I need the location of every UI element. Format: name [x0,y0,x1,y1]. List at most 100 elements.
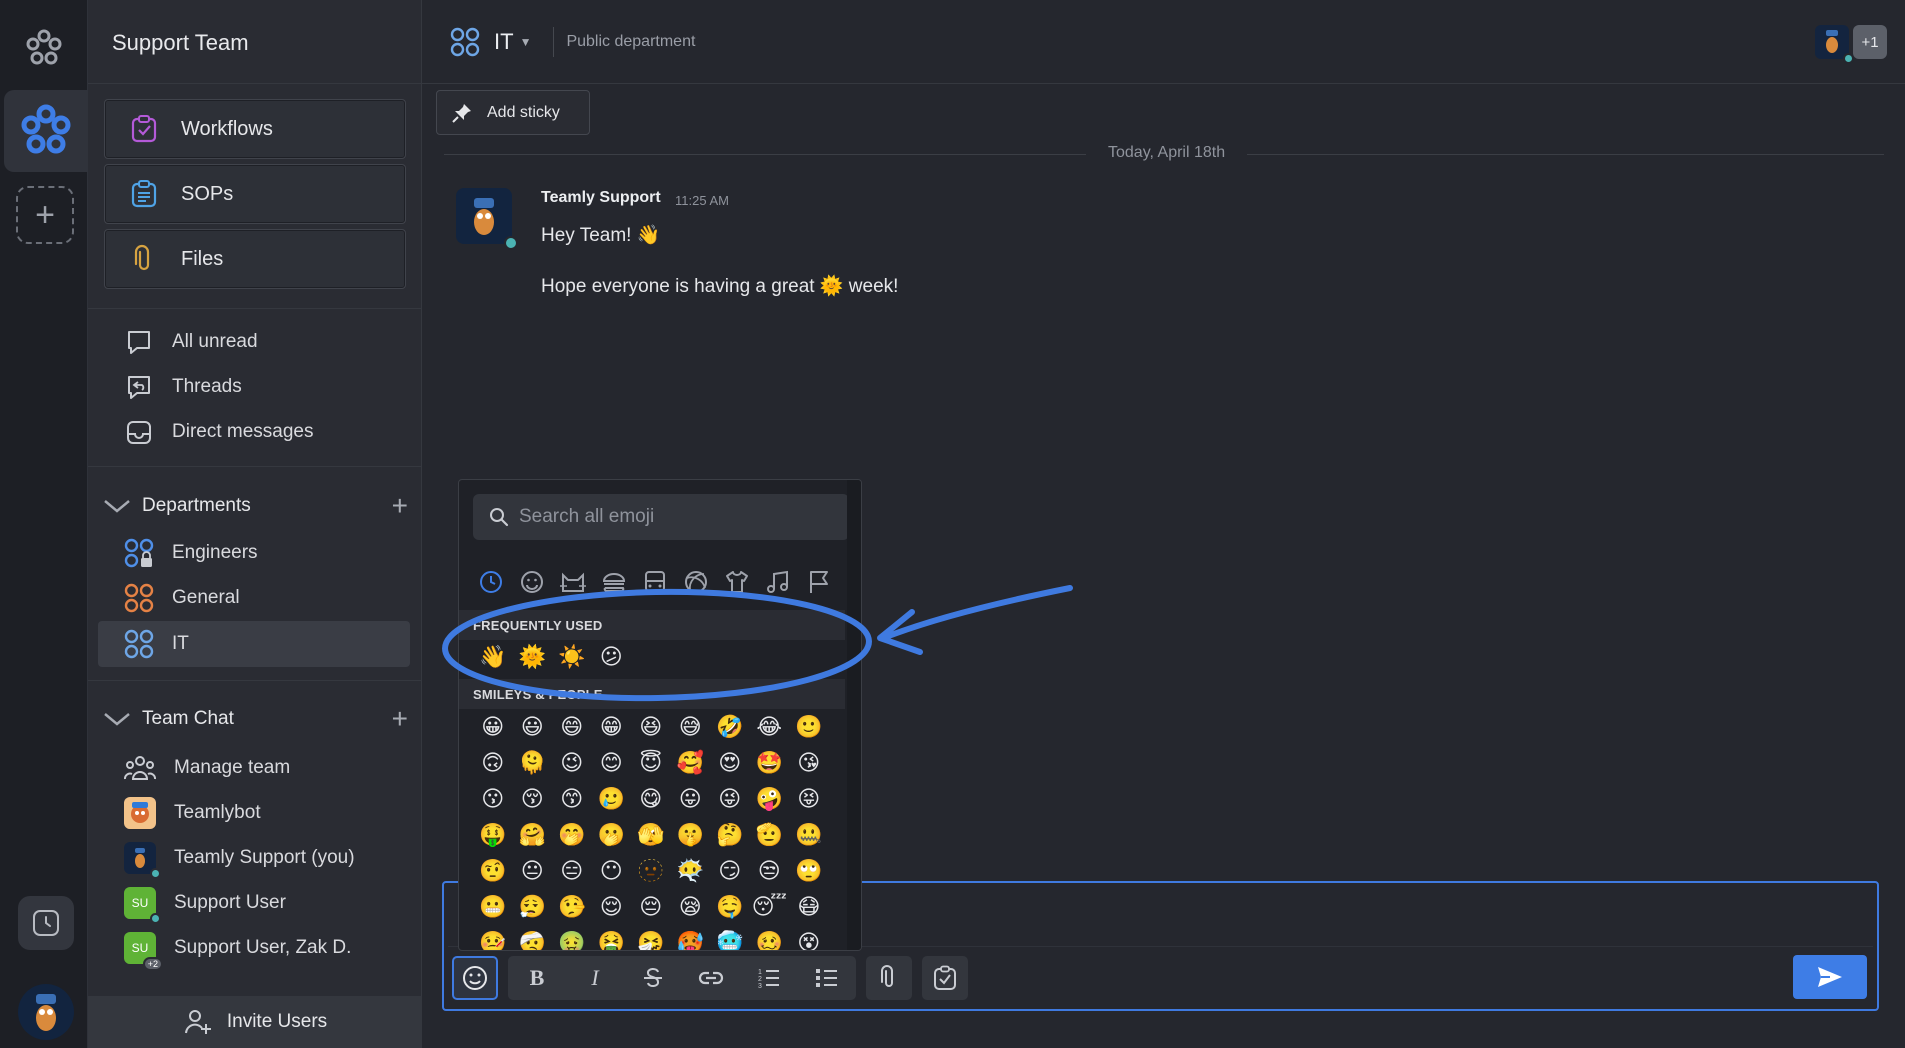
recent-activity-button[interactable] [18,896,74,950]
workspace-support-team[interactable] [4,90,88,172]
invite-users-button[interactable]: Invite Users [88,996,422,1048]
ordered-list-button[interactable]: 1 2 3 [740,956,798,1000]
emoji[interactable]: 😔 [631,892,671,922]
department-general[interactable]: General [124,582,240,614]
emoji[interactable]: 😶 [592,856,632,886]
emoji[interactable]: 🤗 [513,820,553,850]
recent-icon[interactable] [477,568,505,596]
emoji[interactable]: 🫣 [631,820,671,850]
emoji[interactable]: 😉 [552,748,592,778]
emoji[interactable]: 🤤 [710,892,750,922]
nav-direct-messages[interactable]: Direct messages [124,416,314,448]
emoji[interactable]: 😊 [592,748,632,778]
nav-threads[interactable]: Threads [124,371,242,403]
attach-file-button[interactable] [866,956,912,1000]
emoji[interactable]: 😍 [710,748,750,778]
chat-teamly-support[interactable]: Teamly Support (you) [124,842,355,879]
chevron-down-icon[interactable] [102,709,132,729]
chat-group-support-user-zak[interactable]: SU +2 Support User, Zak D. [124,932,351,971]
emoji[interactable]: 🥰 [671,748,711,778]
emoji[interactable]: 🫢 [592,820,632,850]
objects-icon[interactable] [723,568,751,596]
emoji[interactable]: 😄 [552,712,592,742]
emoji[interactable]: 🤨 [473,856,513,886]
channel-name[interactable]: IT [494,29,514,55]
emoji[interactable]: 😪 [671,892,711,922]
activity-icon[interactable] [682,568,710,596]
emoji[interactable]: 😌 [592,892,632,922]
emoji[interactable]: 🤧 [631,928,671,950]
emoji[interactable]: ☀️ [552,642,592,672]
emoji-scrollbar[interactable] [847,480,861,950]
user-avatar[interactable] [18,984,74,1040]
emoji[interactable]: 😜 [710,784,750,814]
emoji[interactable]: 🫠 [513,748,553,778]
emoji[interactable]: 😅 [671,712,711,742]
workflows-button[interactable]: Workflows [104,99,406,159]
files-button[interactable]: Files [104,229,406,289]
department-engineers[interactable]: Engineers [124,537,258,569]
emoji[interactable]: 🌞 [513,642,553,672]
flag-icon[interactable] [805,568,833,596]
emoji[interactable]: 😂 [750,712,790,742]
emoji[interactable]: 😬 [473,892,513,922]
emoji[interactable]: 🤥 [552,892,592,922]
emoji[interactable]: 😮‍💨 [513,892,553,922]
smiley-icon[interactable] [518,568,546,596]
emoji[interactable]: 😶‍🌫️ [671,856,711,886]
emoji[interactable]: 🤐 [789,820,829,850]
emoji[interactable]: 🤮 [592,928,632,950]
emoji[interactable]: 🤔 [710,820,750,850]
add-chat-icon[interactable]: + [392,703,408,735]
emoji[interactable]: 😗 [473,784,513,814]
emoji[interactable]: 😁 [592,712,632,742]
emoji[interactable]: 🥴 [750,928,790,950]
send-button[interactable] [1793,955,1867,999]
team-chat-header[interactable]: Team Chat + [102,703,408,735]
music-icon[interactable] [764,568,792,596]
chat-teamlybot[interactable]: Teamlybot [124,797,261,829]
emoji[interactable]: 😑 [552,856,592,886]
chat-manage-team[interactable]: Manage team [124,752,290,784]
emoji[interactable]: 🙂 [789,712,829,742]
emoji[interactable]: 👋 [473,642,513,672]
emoji[interactable]: 😏 [710,856,750,886]
animal-icon[interactable] [559,568,587,596]
emoji[interactable]: 😚 [513,784,553,814]
emoji[interactable]: 🥶 [710,928,750,950]
strikethrough-button[interactable] [624,956,682,1000]
emoji[interactable]: 🤕 [513,928,553,950]
emoji[interactable]: 😝 [789,784,829,814]
emoji[interactable]: 😵 [789,928,829,950]
emoji[interactable]: 😇 [631,748,671,778]
bullet-list-button[interactable] [798,956,856,1000]
food-icon[interactable] [600,568,628,596]
emoji[interactable]: 🤫 [671,820,711,850]
channel-members[interactable]: +1 [1815,25,1887,64]
emoji[interactable]: 😋 [631,784,671,814]
emoji[interactable]: 😆 [631,712,671,742]
emoji-search-input[interactable] [519,506,839,528]
emoji[interactable]: 😘 [789,748,829,778]
emoji[interactable]: 🥵 [671,928,711,950]
emoji[interactable]: 🤭 [552,820,592,850]
message-author[interactable]: Teamly Support [541,189,661,207]
emoji[interactable]: 🥲 [592,784,632,814]
emoji[interactable]: 😴 [750,892,790,922]
emoji[interactable]: 😙 [552,784,592,814]
chevron-down-icon[interactable]: ▼ [520,35,532,49]
bold-button[interactable]: B [508,956,566,1000]
emoji[interactable]: 🫥 [631,856,671,886]
chevron-down-icon[interactable] [102,496,132,516]
departments-header[interactable]: Departments + [102,490,408,522]
emoji[interactable]: 😀 [473,712,513,742]
chat-support-user[interactable]: SU Support User [124,887,286,924]
message-avatar[interactable] [456,188,518,250]
sops-button[interactable]: SOPs [104,164,406,224]
emoji[interactable]: 🤑 [473,820,513,850]
emoji-button[interactable] [452,956,498,1000]
emoji[interactable]: 🤒 [473,928,513,950]
italic-button[interactable]: I [566,956,624,1000]
emoji[interactable]: 🫡 [750,820,790,850]
emoji[interactable]: 🙃 [473,748,513,778]
